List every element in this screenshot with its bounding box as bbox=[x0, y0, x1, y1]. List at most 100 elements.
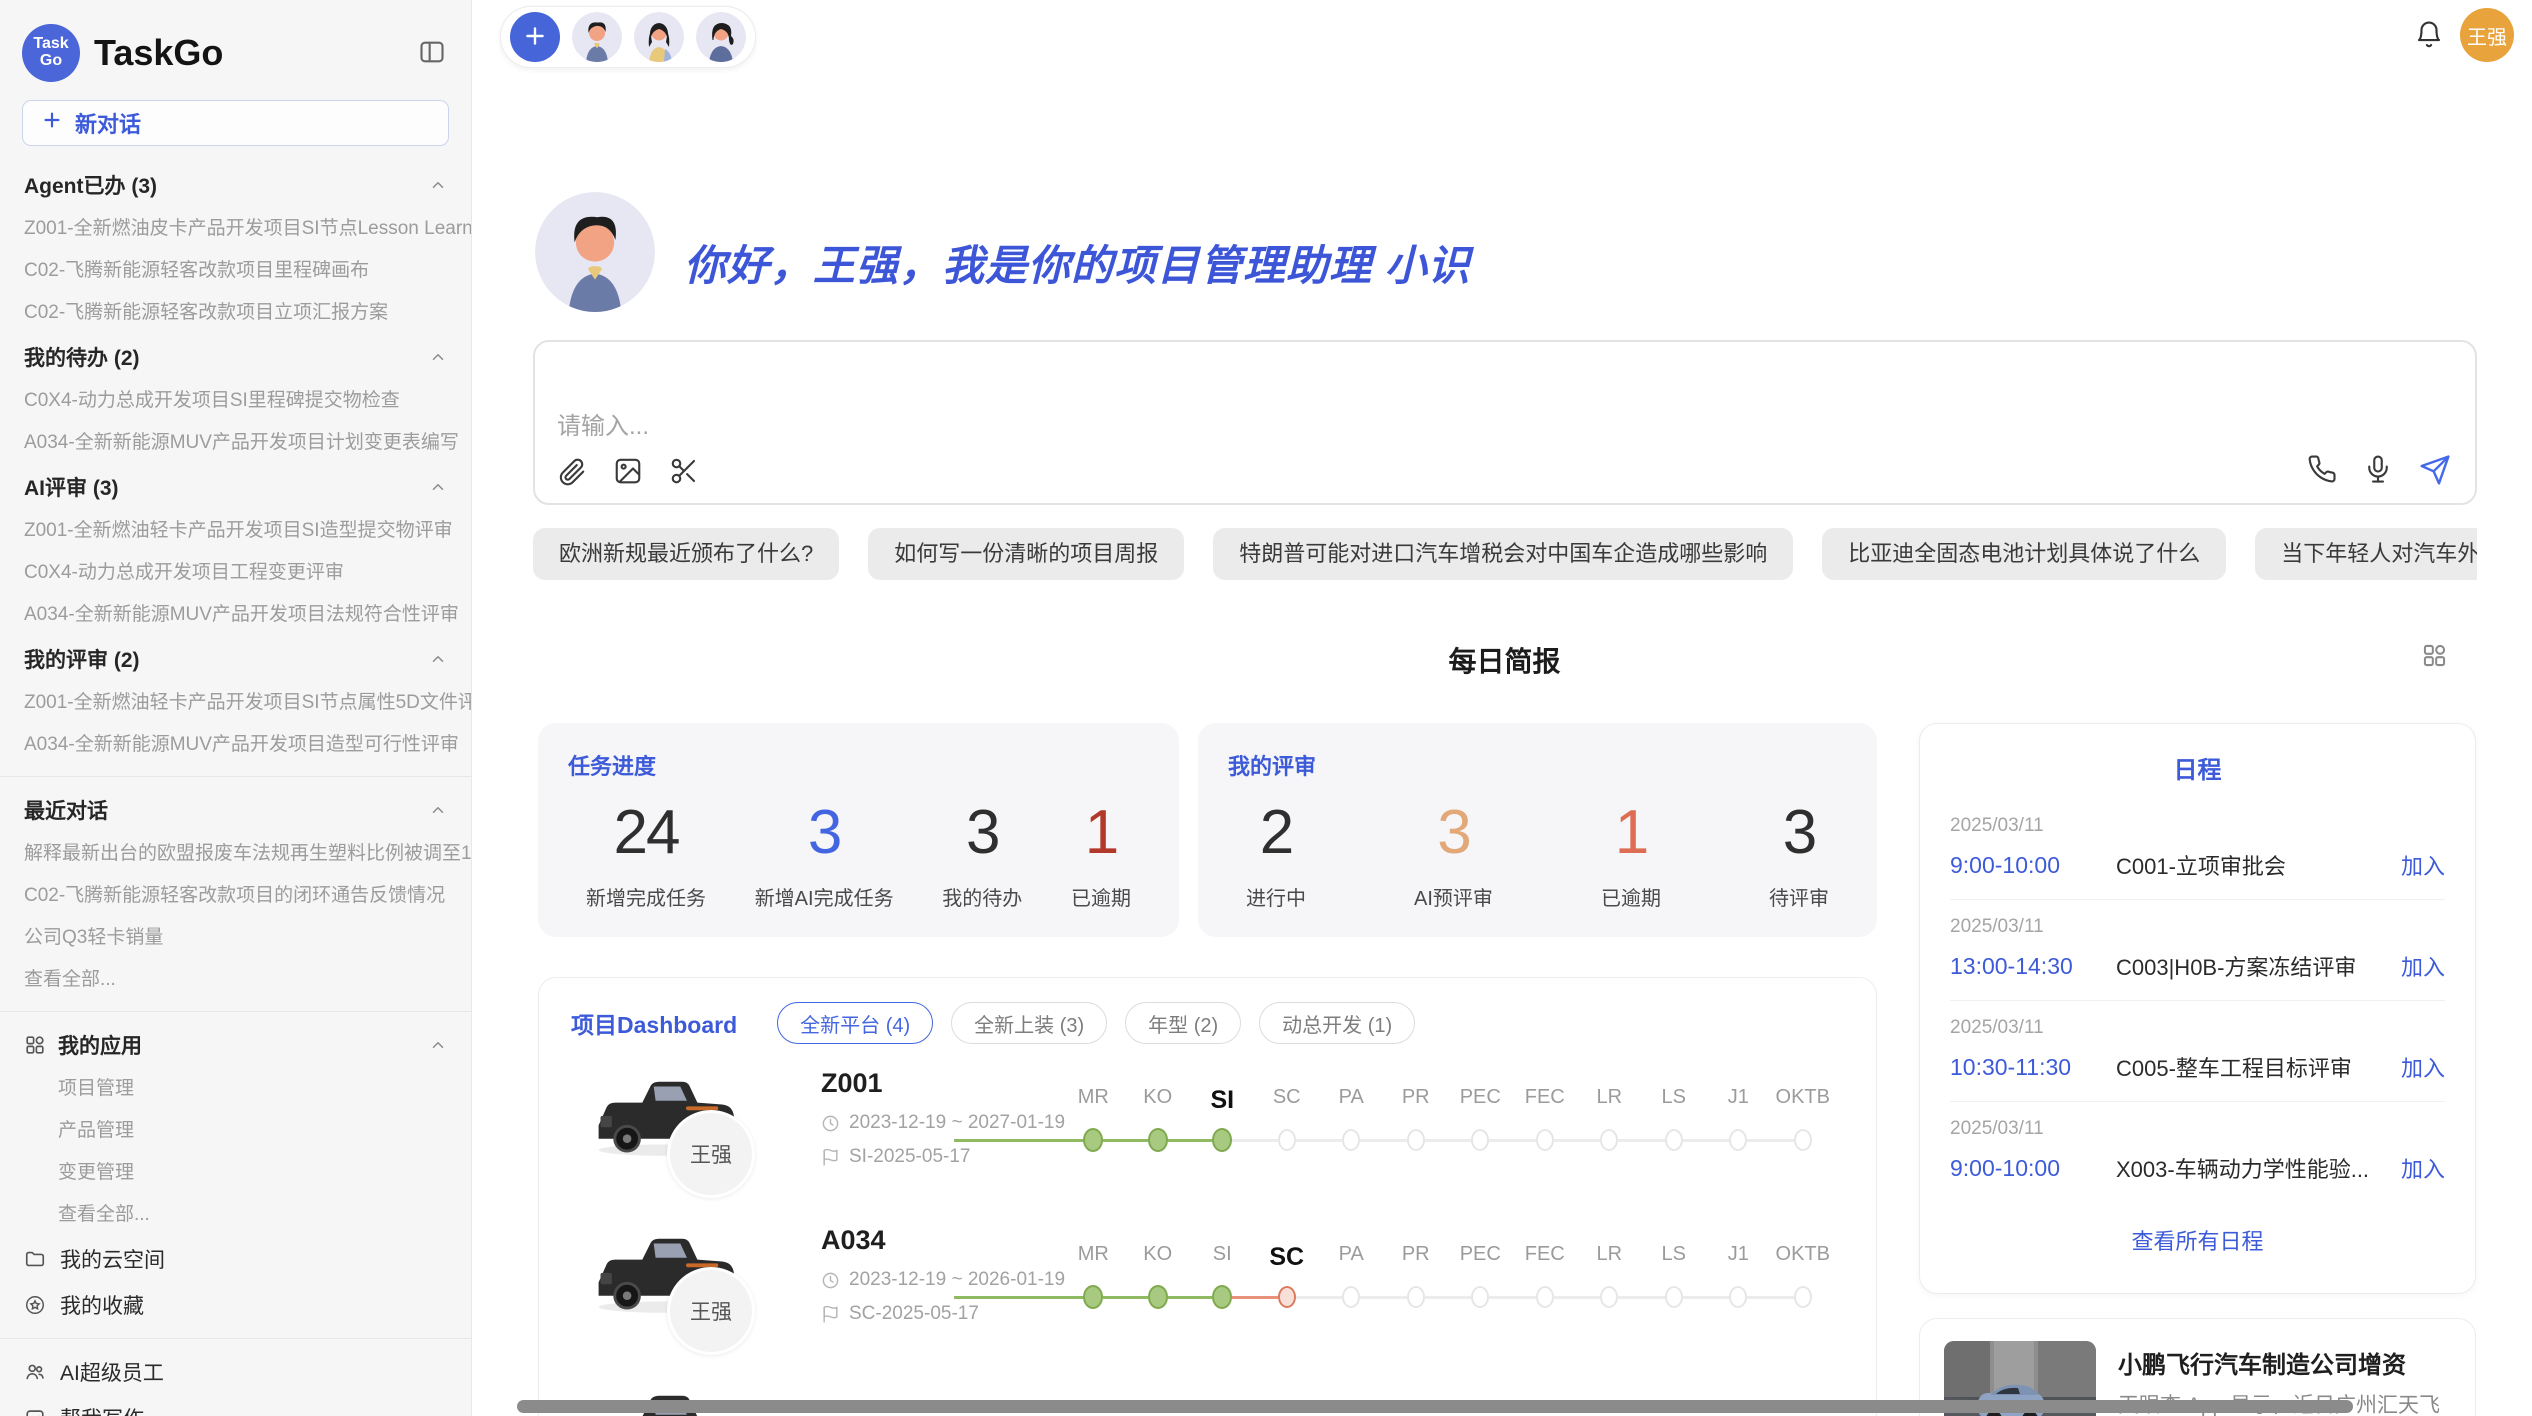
sidebar-link-label: 我的云空间 bbox=[60, 1244, 165, 1274]
schedule-join-link[interactable]: 加入 bbox=[2401, 1152, 2445, 1184]
chevron-up-icon[interactable] bbox=[429, 478, 447, 496]
sidebar-tool-users[interactable]: AI超级员工 bbox=[0, 1349, 471, 1395]
microphone-button[interactable] bbox=[2363, 454, 2393, 489]
clock-icon bbox=[821, 1114, 840, 1133]
dashboard-title: 项目Dashboard bbox=[571, 1006, 737, 1040]
suggestion-chip[interactable]: 特朗普可能对进口汽车增税会对中国车企造成哪些影响 bbox=[1213, 528, 1793, 580]
notifications-button[interactable] bbox=[2414, 20, 2444, 53]
chevron-up-icon[interactable] bbox=[429, 650, 447, 668]
milestone-MR: MR bbox=[1061, 1086, 1126, 1154]
schedule-view-all-link[interactable]: 查看所有日程 bbox=[1920, 1224, 2475, 1256]
sidebar-section-3[interactable]: 我的评审 (2) bbox=[0, 636, 471, 682]
schedule-event-title: C003|H0B-方案冻结评审 bbox=[2116, 950, 2401, 982]
app-root: Task Go TaskGo 新对话 Agent已办 (3)Z001-全新燃油皮… bbox=[0, 0, 2532, 1416]
milestone-timeline: MRKOSISCPAPRPECFECLRLSJ1OKTB bbox=[954, 1086, 1835, 1154]
voice-call-button[interactable] bbox=[2307, 454, 2337, 489]
sidebar-item[interactable]: Z001-全新燃油皮卡产品开发项目SI节点Lesson Learn报告 bbox=[0, 208, 471, 250]
sidebar-item[interactable]: Z001-全新燃油轻卡产品开发项目SI造型提交物评审 bbox=[0, 510, 471, 552]
sidebar-item[interactable]: A034-全新新能源MUV产品开发项目造型可行性评审 bbox=[0, 724, 471, 766]
attachment-button[interactable] bbox=[557, 456, 587, 489]
chevron-up-icon[interactable] bbox=[429, 176, 447, 194]
agent-avatar-3[interactable] bbox=[696, 12, 746, 62]
image-upload-button[interactable] bbox=[613, 456, 643, 489]
milestone-OKTB: OKTB bbox=[1771, 1086, 1836, 1154]
suggestion-chip[interactable]: 如何写一份清晰的项目周报 bbox=[868, 528, 1184, 580]
chevron-up-icon[interactable] bbox=[429, 801, 447, 819]
recent-view-all-link[interactable]: 查看全部... bbox=[0, 959, 471, 1001]
user-avatar[interactable]: 王强 bbox=[2460, 8, 2514, 62]
sidebar-section-1[interactable]: 我的待办 (2) bbox=[0, 334, 471, 380]
dashboard-filter[interactable]: 年型 (2) bbox=[1125, 1002, 1241, 1044]
sidebar-item-folder[interactable]: 我的云空间 bbox=[0, 1236, 471, 1282]
my-review-title: 我的评审 bbox=[1228, 749, 1847, 781]
schedule-title: 日程 bbox=[1920, 724, 2475, 785]
sidebar-item[interactable]: C0X4-动力总成开发项目SI里程碑提交物检查 bbox=[0, 380, 471, 422]
milestone-LR: LR bbox=[1577, 1086, 1642, 1154]
app-item[interactable]: 产品管理 bbox=[0, 1110, 471, 1152]
my-review-stats: 2进行中3AI预评审1已逾期3待评审 bbox=[1228, 797, 1847, 911]
stat: 3AI预评审 bbox=[1414, 797, 1493, 911]
schedule-item: 2025/03/1113:00-14:30C003|H0B-方案冻结评审加入 bbox=[1920, 900, 2475, 1000]
chevron-up-icon[interactable] bbox=[429, 1036, 447, 1054]
schedule-time: 9:00-10:00 bbox=[1950, 852, 2116, 879]
sidebar-item[interactable]: C02-飞腾新能源轻客改款项目立项汇报方案 bbox=[0, 292, 471, 334]
schedule-join-link[interactable]: 加入 bbox=[2401, 1051, 2445, 1083]
milestone-label: FEC bbox=[1513, 1243, 1578, 1283]
stat-label: 进行中 bbox=[1246, 882, 1306, 911]
milestone-label: LS bbox=[1642, 1086, 1707, 1126]
composer-left-icons bbox=[557, 456, 699, 489]
suggestion-chip[interactable]: 比亚迪全固态电池计划具体说了什么 bbox=[1822, 528, 2226, 580]
sidebar-section-1-label: 我的待办 (2) bbox=[24, 342, 140, 372]
app-item[interactable]: 项目管理 bbox=[0, 1068, 471, 1110]
sidebar-item[interactable]: C0X4-动力总成开发项目工程变更评审 bbox=[0, 552, 471, 594]
sidebar-item-star[interactable]: 我的收藏 bbox=[0, 1282, 471, 1328]
milestone-dot bbox=[1536, 1129, 1554, 1151]
recent-chat-item[interactable]: C02-飞腾新能源轻客改款项目的闭环通告反馈情况 bbox=[0, 875, 471, 917]
briefing-layout-button[interactable] bbox=[2421, 642, 2448, 672]
recent-chat-item[interactable]: 解释最新出台的欧盟报废车法规再生塑料比例被调至15%... bbox=[0, 833, 471, 875]
agent-avatar-1[interactable] bbox=[572, 12, 622, 62]
dashboard-filter[interactable]: 动总开发 (1) bbox=[1259, 1002, 1415, 1044]
task-progress-title: 任务进度 bbox=[568, 749, 1149, 781]
milestone-dot bbox=[1665, 1129, 1683, 1151]
suggestion-chip[interactable]: 当下年轻人对汽车外观有怎样的喜好趋势 bbox=[2255, 528, 2477, 580]
suggestion-chip[interactable]: 欧洲新规最近颁布了什么? bbox=[533, 528, 839, 580]
stat-value: 2 bbox=[1246, 797, 1306, 868]
apps-view-all-link[interactable]: 查看全部... bbox=[0, 1194, 471, 1236]
add-agent-button[interactable] bbox=[510, 12, 560, 62]
milestone-dot bbox=[1083, 1285, 1103, 1309]
horizontal-scrollbar[interactable] bbox=[517, 1400, 2353, 1413]
agent-avatar-2[interactable] bbox=[634, 12, 684, 62]
send-button[interactable] bbox=[2419, 454, 2451, 489]
screenshot-button[interactable] bbox=[669, 456, 699, 489]
schedule-join-link[interactable]: 加入 bbox=[2401, 849, 2445, 881]
sidebar-item[interactable]: A034-全新新能源MUV产品开发项目计划变更表编写 bbox=[0, 422, 471, 464]
milestone-J1: J1 bbox=[1706, 1086, 1771, 1154]
sidebar-section-2[interactable]: AI评审 (3) bbox=[0, 464, 471, 510]
milestone-dot bbox=[1407, 1129, 1425, 1151]
sidebar-item[interactable]: Z001-全新燃油轻卡产品开发项目SI节点属性5D文件评审 bbox=[0, 682, 471, 724]
sidebar-header: Task Go TaskGo bbox=[0, 0, 471, 96]
chevron-up-icon[interactable] bbox=[429, 348, 447, 366]
sidebar-item[interactable]: A034-全新新能源MUV产品开发项目法规符合性评审 bbox=[0, 594, 471, 636]
message-composer[interactable]: 请输入... bbox=[533, 340, 2477, 505]
my-review-card: 我的评审 2进行中3AI预评审1已逾期3待评审 bbox=[1198, 723, 1877, 937]
milestone-dot bbox=[1729, 1129, 1747, 1151]
new-chat-button[interactable]: 新对话 bbox=[22, 100, 449, 146]
sidebar-section-0[interactable]: Agent已办 (3) bbox=[0, 162, 471, 208]
schedule-join-link[interactable]: 加入 bbox=[2401, 950, 2445, 982]
grid-icon bbox=[24, 1034, 46, 1056]
send-icon bbox=[2419, 454, 2451, 489]
sidebar-item[interactable]: C02-飞腾新能源轻客改款项目里程碑画布 bbox=[0, 250, 471, 292]
milestone-label: PR bbox=[1384, 1243, 1449, 1283]
milestone-dot bbox=[1342, 1129, 1360, 1151]
sidebar-collapse-button[interactable] bbox=[417, 38, 447, 69]
schedule-item: 2025/03/119:00-10:00C001-立项审批会加入 bbox=[1920, 799, 2475, 899]
sidebar-section-my-apps[interactable]: 我的应用 bbox=[0, 1022, 471, 1068]
dashboard-filter[interactable]: 全新上装 (3) bbox=[951, 1002, 1107, 1044]
dashboard-filter[interactable]: 全新平台 (4) bbox=[777, 1002, 933, 1044]
sidebar-section-recent[interactable]: 最近对话 bbox=[0, 787, 471, 833]
sidebar-tool-write[interactable]: 帮我写作 bbox=[0, 1395, 471, 1416]
recent-chat-item[interactable]: 公司Q3轻卡销量 bbox=[0, 917, 471, 959]
app-item[interactable]: 变更管理 bbox=[0, 1152, 471, 1194]
